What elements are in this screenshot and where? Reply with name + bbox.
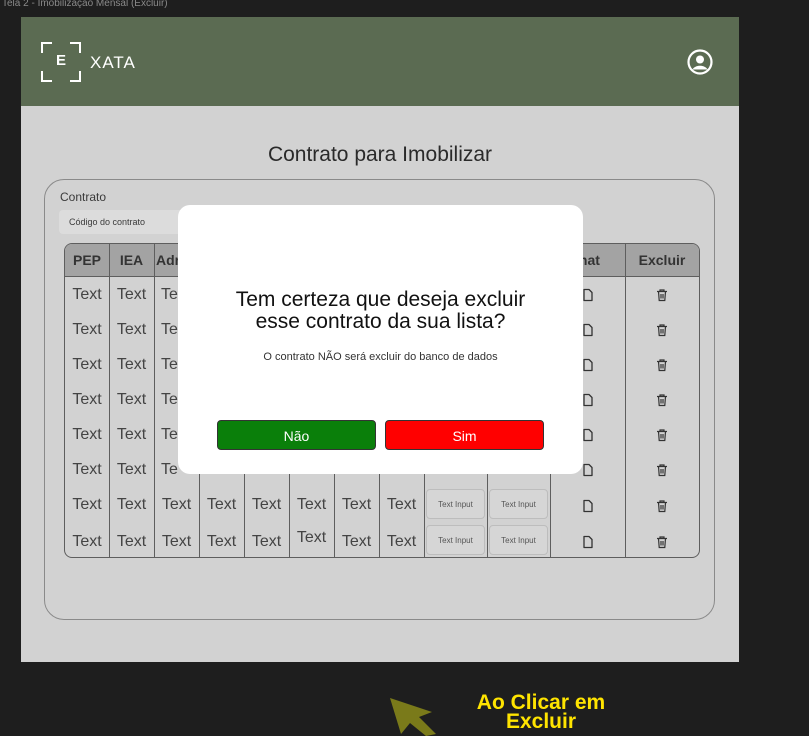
app-screen: E XATA Contrato para Imobilizar Contrato…	[21, 17, 739, 662]
file-icon[interactable]	[581, 358, 595, 372]
cell-pep: Text	[72, 496, 102, 513]
file-icon[interactable]	[581, 393, 595, 407]
user-circle-icon[interactable]	[687, 49, 713, 75]
yes-button[interactable]: Sim	[385, 420, 544, 450]
cell-pep: Text	[72, 426, 102, 443]
cell-iea: Text	[116, 391, 147, 408]
annotation-line2: Excluir	[505, 710, 577, 733]
text-input[interactable]: Text Input	[489, 525, 548, 555]
cell-pep: Text	[72, 286, 102, 303]
cell-iea: Text	[116, 321, 147, 338]
cell: Text	[206, 496, 237, 513]
cell: Text	[296, 496, 327, 513]
file-icon[interactable]	[581, 499, 595, 513]
logo-name: XATA	[90, 53, 136, 72]
no-button[interactable]: Não	[217, 420, 376, 450]
cell: Text	[206, 533, 237, 550]
page-title: Contrato para Imobilizar	[267, 143, 493, 166]
cell-iea: Text	[116, 533, 147, 550]
cell: Text	[341, 496, 372, 513]
modal-title-line1: Tem certeza que deseja excluir	[235, 288, 526, 311]
file-icon[interactable]	[581, 428, 595, 442]
cell: Text	[161, 496, 192, 513]
file-icon[interactable]	[581, 323, 595, 337]
cell: Text	[251, 496, 282, 513]
cell-pep: Text	[72, 321, 102, 338]
trash-icon[interactable]	[655, 463, 669, 477]
cell-iea: Text	[116, 426, 147, 443]
text-input[interactable]: Text Input	[426, 489, 485, 519]
cell-iea: Text	[116, 461, 147, 478]
trash-icon[interactable]	[655, 428, 669, 442]
top-bar: E XATA	[21, 17, 739, 106]
trash-icon[interactable]	[655, 499, 669, 513]
modal-title: Tem certeza que deseja excluir esse cont…	[178, 289, 583, 333]
file-icon[interactable]	[581, 535, 595, 549]
header-pep: PEP	[72, 252, 101, 268]
trash-icon[interactable]	[655, 358, 669, 372]
contrato-label: Contrato	[60, 190, 107, 204]
cell: Text	[161, 533, 192, 550]
header-excluir: Excluir	[638, 252, 686, 268]
trash-icon[interactable]	[655, 323, 669, 337]
trash-icon[interactable]	[655, 288, 669, 302]
trash-icon[interactable]	[655, 393, 669, 407]
frame-label: Tela 2 - Imobilização Mensal (Excluir)	[2, 0, 168, 9]
file-icon[interactable]	[581, 288, 595, 302]
cell-iea: Text	[116, 496, 147, 513]
cell-pep: Text	[72, 461, 102, 478]
logo: E	[41, 42, 81, 82]
file-icon[interactable]	[581, 463, 595, 477]
cell-iea: Text	[116, 356, 147, 373]
text-input[interactable]: Text Input	[426, 525, 485, 555]
cell: Text	[296, 529, 327, 546]
cell-iea: Text	[116, 286, 147, 303]
annotation-text: Ao Clicar em Excluir	[446, 692, 636, 733]
modal-title-line2: esse contrato da sua lista?	[255, 310, 506, 333]
annotation-arrow-icon	[390, 698, 436, 736]
text-input[interactable]: Text Input	[489, 489, 548, 519]
cell: Text	[341, 533, 372, 550]
cell: Text	[386, 496, 417, 513]
header-iea: IEA	[119, 252, 144, 268]
trash-icon[interactable]	[655, 535, 669, 549]
cell-pep: Text	[72, 533, 102, 550]
cell-pep: Text	[72, 391, 102, 408]
cell-pep: Text	[72, 356, 102, 373]
confirm-delete-modal: Tem certeza que deseja excluir esse cont…	[178, 205, 583, 474]
cell: Text	[251, 533, 282, 550]
logo-letter: E	[55, 52, 66, 69]
cell: Text	[386, 533, 417, 550]
modal-subtitle: O contrato NÃO será excluir do banco de …	[263, 351, 498, 363]
